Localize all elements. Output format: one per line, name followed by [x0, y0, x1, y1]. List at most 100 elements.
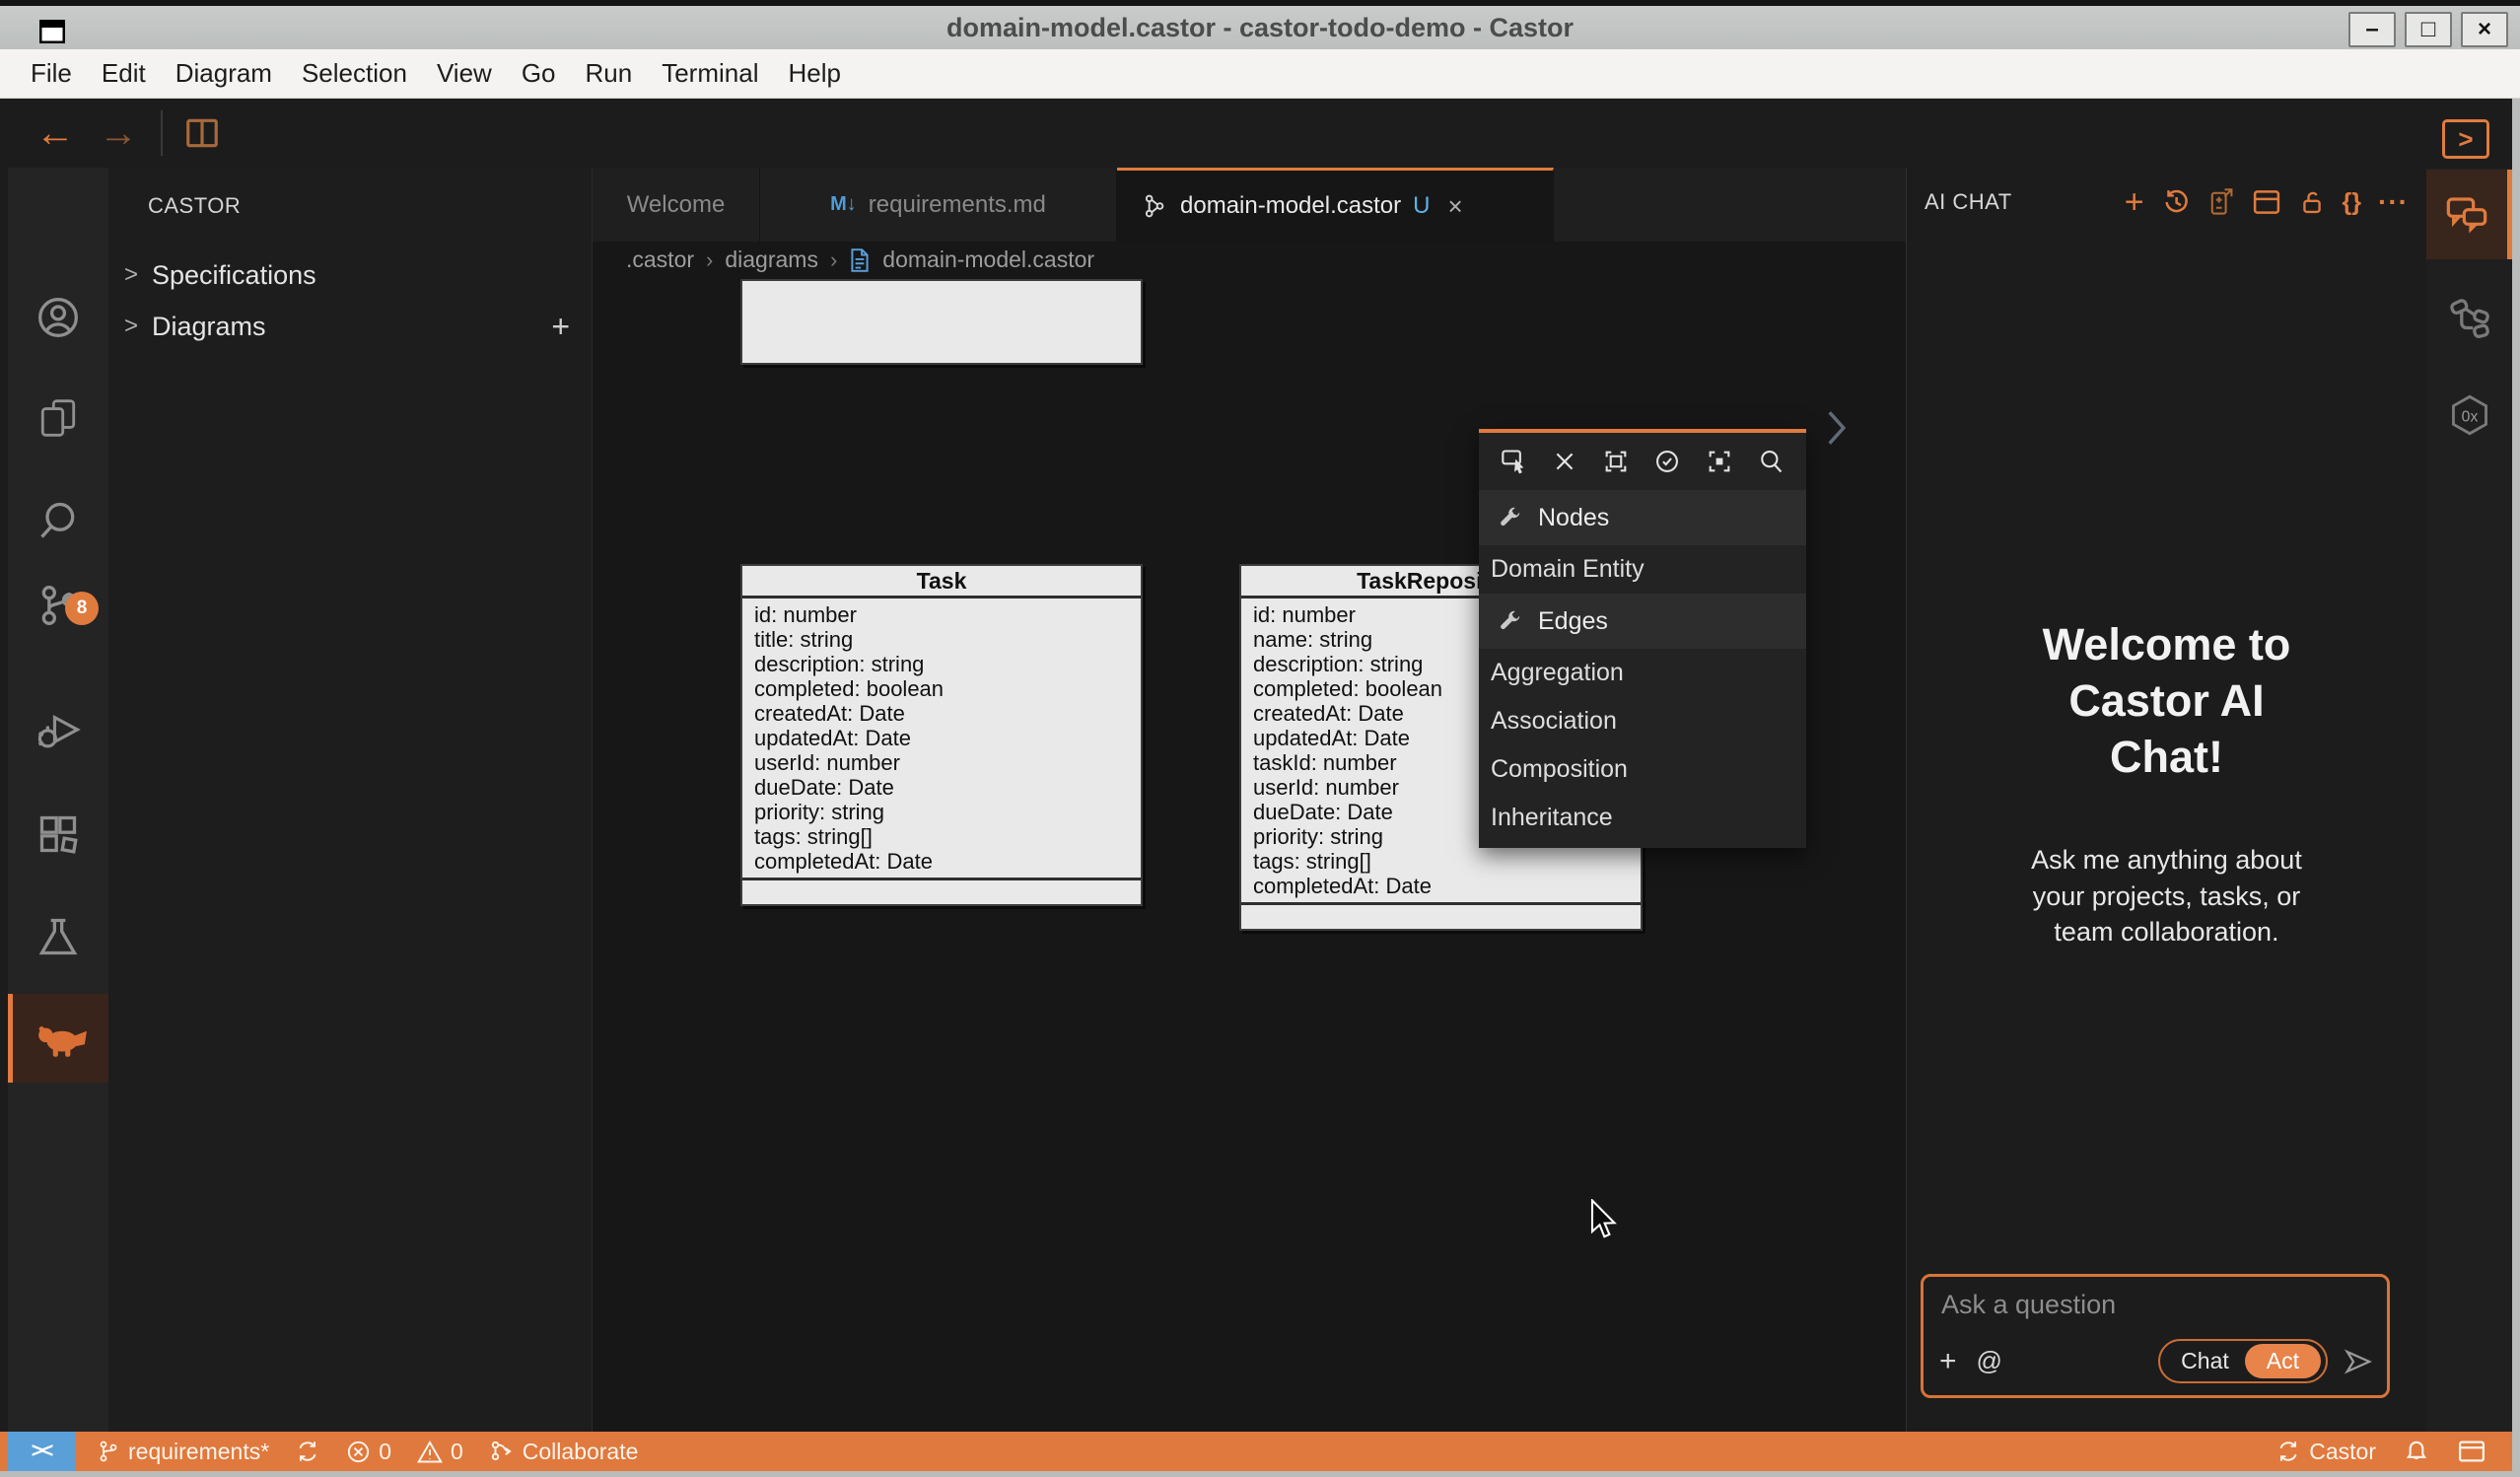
- bell-icon[interactable]: [2404, 1438, 2429, 1465]
- menu-terminal[interactable]: Terminal: [647, 49, 773, 98]
- chat-mode-toggle[interactable]: Chat Act: [2158, 1339, 2328, 1383]
- sidebar-item-specifications[interactable]: > Specifications: [108, 252, 592, 298]
- testing-beaker-icon[interactable]: [8, 901, 108, 972]
- unlock-icon[interactable]: [2298, 187, 2326, 217]
- branch-status[interactable]: requirements*: [97, 1439, 269, 1465]
- errors-status[interactable]: 0: [346, 1439, 391, 1465]
- menu-diagram[interactable]: Diagram: [161, 49, 287, 98]
- remote-indicator[interactable]: ><: [8, 1432, 75, 1471]
- palette-item-inheritance[interactable]: Inheritance: [1479, 794, 1806, 848]
- tab-welcome[interactable]: Welcome: [593, 168, 760, 242]
- zoom-icon[interactable]: [1757, 448, 1785, 475]
- palette-group-nodes[interactable]: Nodes: [1479, 490, 1806, 545]
- menu-help[interactable]: Help: [773, 49, 855, 98]
- rail-item-hierarchy[interactable]: [2426, 294, 2512, 339]
- file-icon: [849, 247, 871, 273]
- rail-item-hex[interactable]: 0x: [2426, 392, 2512, 438]
- ai-chat-toolbar: + {} ···: [2125, 183, 2409, 222]
- chat-input-box[interactable]: + @ Chat Act: [1921, 1274, 2390, 1398]
- node-attribute: description: string: [742, 652, 1141, 676]
- welcome-subtitle: Ask me anything about your projects, tas…: [2004, 842, 2330, 950]
- panel-layout-icon[interactable]: [2457, 1439, 2486, 1464]
- menu-go[interactable]: Go: [507, 49, 571, 98]
- node-methods-section: [1241, 902, 1641, 929]
- collaborate-icon: [489, 1439, 515, 1464]
- maximize-button[interactable]: □: [2405, 12, 2452, 47]
- attach-plus-icon[interactable]: +: [1939, 1345, 1957, 1378]
- menu-selection[interactable]: Selection: [287, 49, 422, 98]
- castor-status[interactable]: Castor: [2275, 1439, 2376, 1465]
- chat-input-toolbar: + @ Chat Act: [1939, 1339, 2373, 1383]
- tab-requirements[interactable]: M↓ requirements.md: [760, 168, 1117, 242]
- minimize-button[interactable]: –: [2348, 12, 2396, 47]
- mention-at-icon[interactable]: @: [1977, 1346, 2002, 1376]
- close-button[interactable]: ×: [2461, 12, 2508, 47]
- chevron-right-icon: >: [124, 261, 138, 289]
- account-icon[interactable]: [8, 282, 108, 353]
- chat-question-input[interactable]: [1939, 1289, 2357, 1321]
- extensions-icon[interactable]: [8, 799, 108, 870]
- new-chat-icon[interactable]: +: [2125, 183, 2144, 222]
- node-attribute: completedAt: Date: [742, 849, 1141, 874]
- divider: [161, 110, 163, 156]
- palette-item-domain-entity[interactable]: Domain Entity: [1479, 545, 1806, 594]
- menu-view[interactable]: View: [422, 49, 507, 98]
- palette-item-association[interactable]: Association: [1479, 697, 1806, 745]
- ai-chat-title: AI CHAT: [1925, 189, 2012, 215]
- palette-group-edges[interactable]: Edges: [1479, 594, 1806, 649]
- title-bar[interactable]: domain-model.castor - castor-todo-demo -…: [0, 6, 2520, 49]
- diagram-node-empty[interactable]: [740, 279, 1143, 365]
- warnings-status[interactable]: 0: [417, 1439, 463, 1465]
- center-icon[interactable]: [1706, 448, 1733, 475]
- mode-chat-option[interactable]: Chat: [2165, 1348, 2245, 1374]
- node-title: Task: [742, 566, 1141, 598]
- select-icon[interactable]: [1501, 448, 1528, 475]
- more-ellipsis-icon[interactable]: ···: [2378, 186, 2409, 218]
- layout-panel-icon[interactable]: [2252, 188, 2281, 216]
- fit-view-icon[interactable]: [1602, 448, 1630, 475]
- split-editor-icon[interactable]: [182, 114, 222, 152]
- menu-file[interactable]: File: [16, 49, 87, 98]
- diagram-palette: Nodes Domain Entity Edges Aggregation As…: [1479, 429, 1806, 848]
- menu-bar: File Edit Diagram Selection View Go Run …: [0, 49, 2520, 99]
- diagram-canvas[interactable]: Task id: number title: string descriptio…: [593, 278, 1906, 1432]
- rail-item-ai-chat[interactable]: [2426, 170, 2512, 259]
- mode-act-option[interactable]: Act: [2245, 1344, 2321, 1378]
- braces-icon[interactable]: {}: [2343, 188, 2361, 217]
- add-diagram-button[interactable]: +: [551, 309, 570, 345]
- run-debug-icon[interactable]: [8, 694, 108, 765]
- back-arrow-icon[interactable]: ←: [35, 99, 75, 168]
- node-attribute: updatedAt: Date: [742, 726, 1141, 750]
- explorer-files-icon[interactable]: [8, 383, 108, 454]
- history-icon[interactable]: [2161, 187, 2191, 217]
- panel-toggle-button[interactable]: >: [2442, 119, 2489, 159]
- sync-icon[interactable]: [295, 1439, 320, 1464]
- diagram-node-task[interactable]: Task id: number title: string descriptio…: [740, 564, 1143, 906]
- close-icon[interactable]: ×: [1447, 191, 1462, 222]
- breadcrumb-segment[interactable]: .castor: [626, 246, 694, 273]
- collaborate-status[interactable]: Collaborate: [489, 1439, 639, 1465]
- palette-item-composition[interactable]: Composition: [1479, 745, 1806, 794]
- wrench-icon: [1497, 505, 1522, 530]
- error-icon: [346, 1440, 371, 1464]
- menu-run[interactable]: Run: [571, 49, 648, 98]
- node-attribute: tags: string[]: [742, 824, 1141, 849]
- sidebar-item-label: Specifications: [152, 260, 316, 291]
- chevron-right-icon[interactable]: [1819, 406, 1853, 450]
- source-control-icon[interactable]: 8: [8, 570, 108, 641]
- export-diff-icon[interactable]: [2207, 187, 2235, 217]
- validate-icon[interactable]: [1653, 448, 1681, 475]
- breadcrumb-segment[interactable]: diagrams: [725, 246, 818, 273]
- breadcrumb-segment[interactable]: domain-model.castor: [882, 246, 1094, 273]
- send-icon[interactable]: [2344, 1348, 2373, 1375]
- menu-edit[interactable]: Edit: [87, 49, 161, 98]
- palette-item-aggregation[interactable]: Aggregation: [1479, 649, 1806, 697]
- castor-beaver-icon[interactable]: [8, 994, 108, 1083]
- search-icon[interactable]: [8, 485, 108, 556]
- forward-arrow-icon[interactable]: →: [99, 99, 138, 168]
- editor-group: Welcome M↓ requirements.md domain-model.…: [593, 168, 1906, 1432]
- app-window: domain-model.castor - castor-todo-demo -…: [0, 0, 2520, 1477]
- tab-domain-model[interactable]: domain-model.castor U ×: [1117, 168, 1554, 242]
- sidebar-item-diagrams[interactable]: > Diagrams +: [108, 304, 592, 349]
- delete-icon[interactable]: [1552, 449, 1577, 474]
